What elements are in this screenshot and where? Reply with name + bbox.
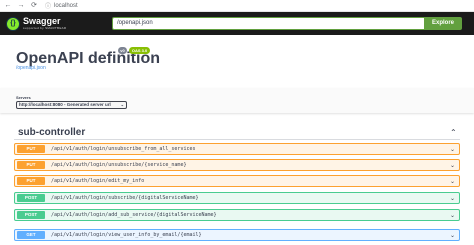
arrow-right-icon[interactable]: → <box>16 1 26 11</box>
servers-label: Servers <box>16 95 31 100</box>
brand-subtitle: supported by SMARTBEAR <box>23 26 67 30</box>
operation-path: /api/v1/auth/login/subscribe/{digitalSer… <box>51 195 199 201</box>
address-text: localhost <box>54 2 78 9</box>
operation-row[interactable]: POST /api/v1/auth/login/add_sub_service/… <box>14 209 460 221</box>
swagger-logo-icon: {} <box>6 16 20 31</box>
operation-path: /api/v1/auth/login/add_sub_service/{digi… <box>51 212 217 218</box>
servers-panel: Servers http://localhost:8080 - Generate… <box>0 88 474 113</box>
method-badge: GET <box>17 231 45 239</box>
operation-row[interactable]: PUT /api/v1/auth/login/edit_my_info ⌄ <box>14 175 460 187</box>
method-badge: POST <box>17 211 45 219</box>
section-divider <box>14 139 460 140</box>
method-badge: PUT <box>17 145 45 153</box>
info-icon[interactable]: ⓘ <box>45 1 51 10</box>
spec-link[interactable]: /openapi.json <box>16 65 46 71</box>
chevron-up-icon[interactable]: ⌃ <box>450 128 457 137</box>
operation-path: /api/v1/auth/login/unsubscribe/{service_… <box>51 162 187 168</box>
chevron-down-icon: ⌄ <box>120 102 124 107</box>
operation-row[interactable]: GET /api/v1/auth/login/view_user_info_by… <box>14 229 460 241</box>
address-bar[interactable]: ⓘ localhost <box>45 1 165 11</box>
servers-selected-value: http://localhost:8080 - Generated server… <box>19 102 111 107</box>
operation-row[interactable]: PUT /api/v1/auth/login/unsubscribe_from_… <box>14 143 460 155</box>
oas-badge: OAS 3.0 <box>129 47 150 54</box>
chevron-down-icon[interactable]: ⌄ <box>450 146 455 153</box>
operation-row[interactable]: PUT /api/v1/auth/login/unsubscribe/{serv… <box>14 159 460 171</box>
version-badge: v0 <box>118 47 127 54</box>
chevron-down-icon[interactable]: ⌄ <box>450 195 455 202</box>
method-badge: PUT <box>17 161 45 169</box>
chevron-down-icon[interactable]: ⌄ <box>450 162 455 169</box>
arrow-left-icon[interactable]: ← <box>3 1 13 11</box>
chevron-down-icon[interactable]: ⌄ <box>450 178 455 185</box>
controller-title[interactable]: sub-controller <box>18 127 85 138</box>
method-badge: PUT <box>17 177 45 185</box>
explore-button[interactable]: Explore <box>424 17 462 30</box>
method-badge: POST <box>17 194 45 202</box>
operation-row[interactable]: POST /api/v1/auth/login/subscribe/{digit… <box>14 192 460 204</box>
chevron-down-icon[interactable]: ⌄ <box>450 232 455 239</box>
brand-name: Swagger <box>23 16 61 26</box>
operation-path: /api/v1/auth/login/view_user_info_by_ema… <box>51 232 202 238</box>
operation-path: /api/v1/auth/login/unsubscribe_from_all_… <box>51 146 196 152</box>
servers-select[interactable]: http://localhost:8080 - Generated server… <box>16 101 127 109</box>
spec-url-input[interactable]: /openapi.json <box>112 17 424 30</box>
chevron-down-icon[interactable]: ⌄ <box>450 212 455 219</box>
swagger-topbar: {} Swagger supported by SMARTBEAR /opena… <box>0 12 474 35</box>
swagger-logo[interactable]: {} Swagger supported by SMARTBEAR <box>6 15 66 32</box>
reload-icon[interactable]: ⟳ <box>29 1 39 11</box>
operation-path: /api/v1/auth/login/edit_my_info <box>51 178 145 184</box>
browser-toolbar: ← → ⟳ ⓘ localhost <box>0 0 474 12</box>
